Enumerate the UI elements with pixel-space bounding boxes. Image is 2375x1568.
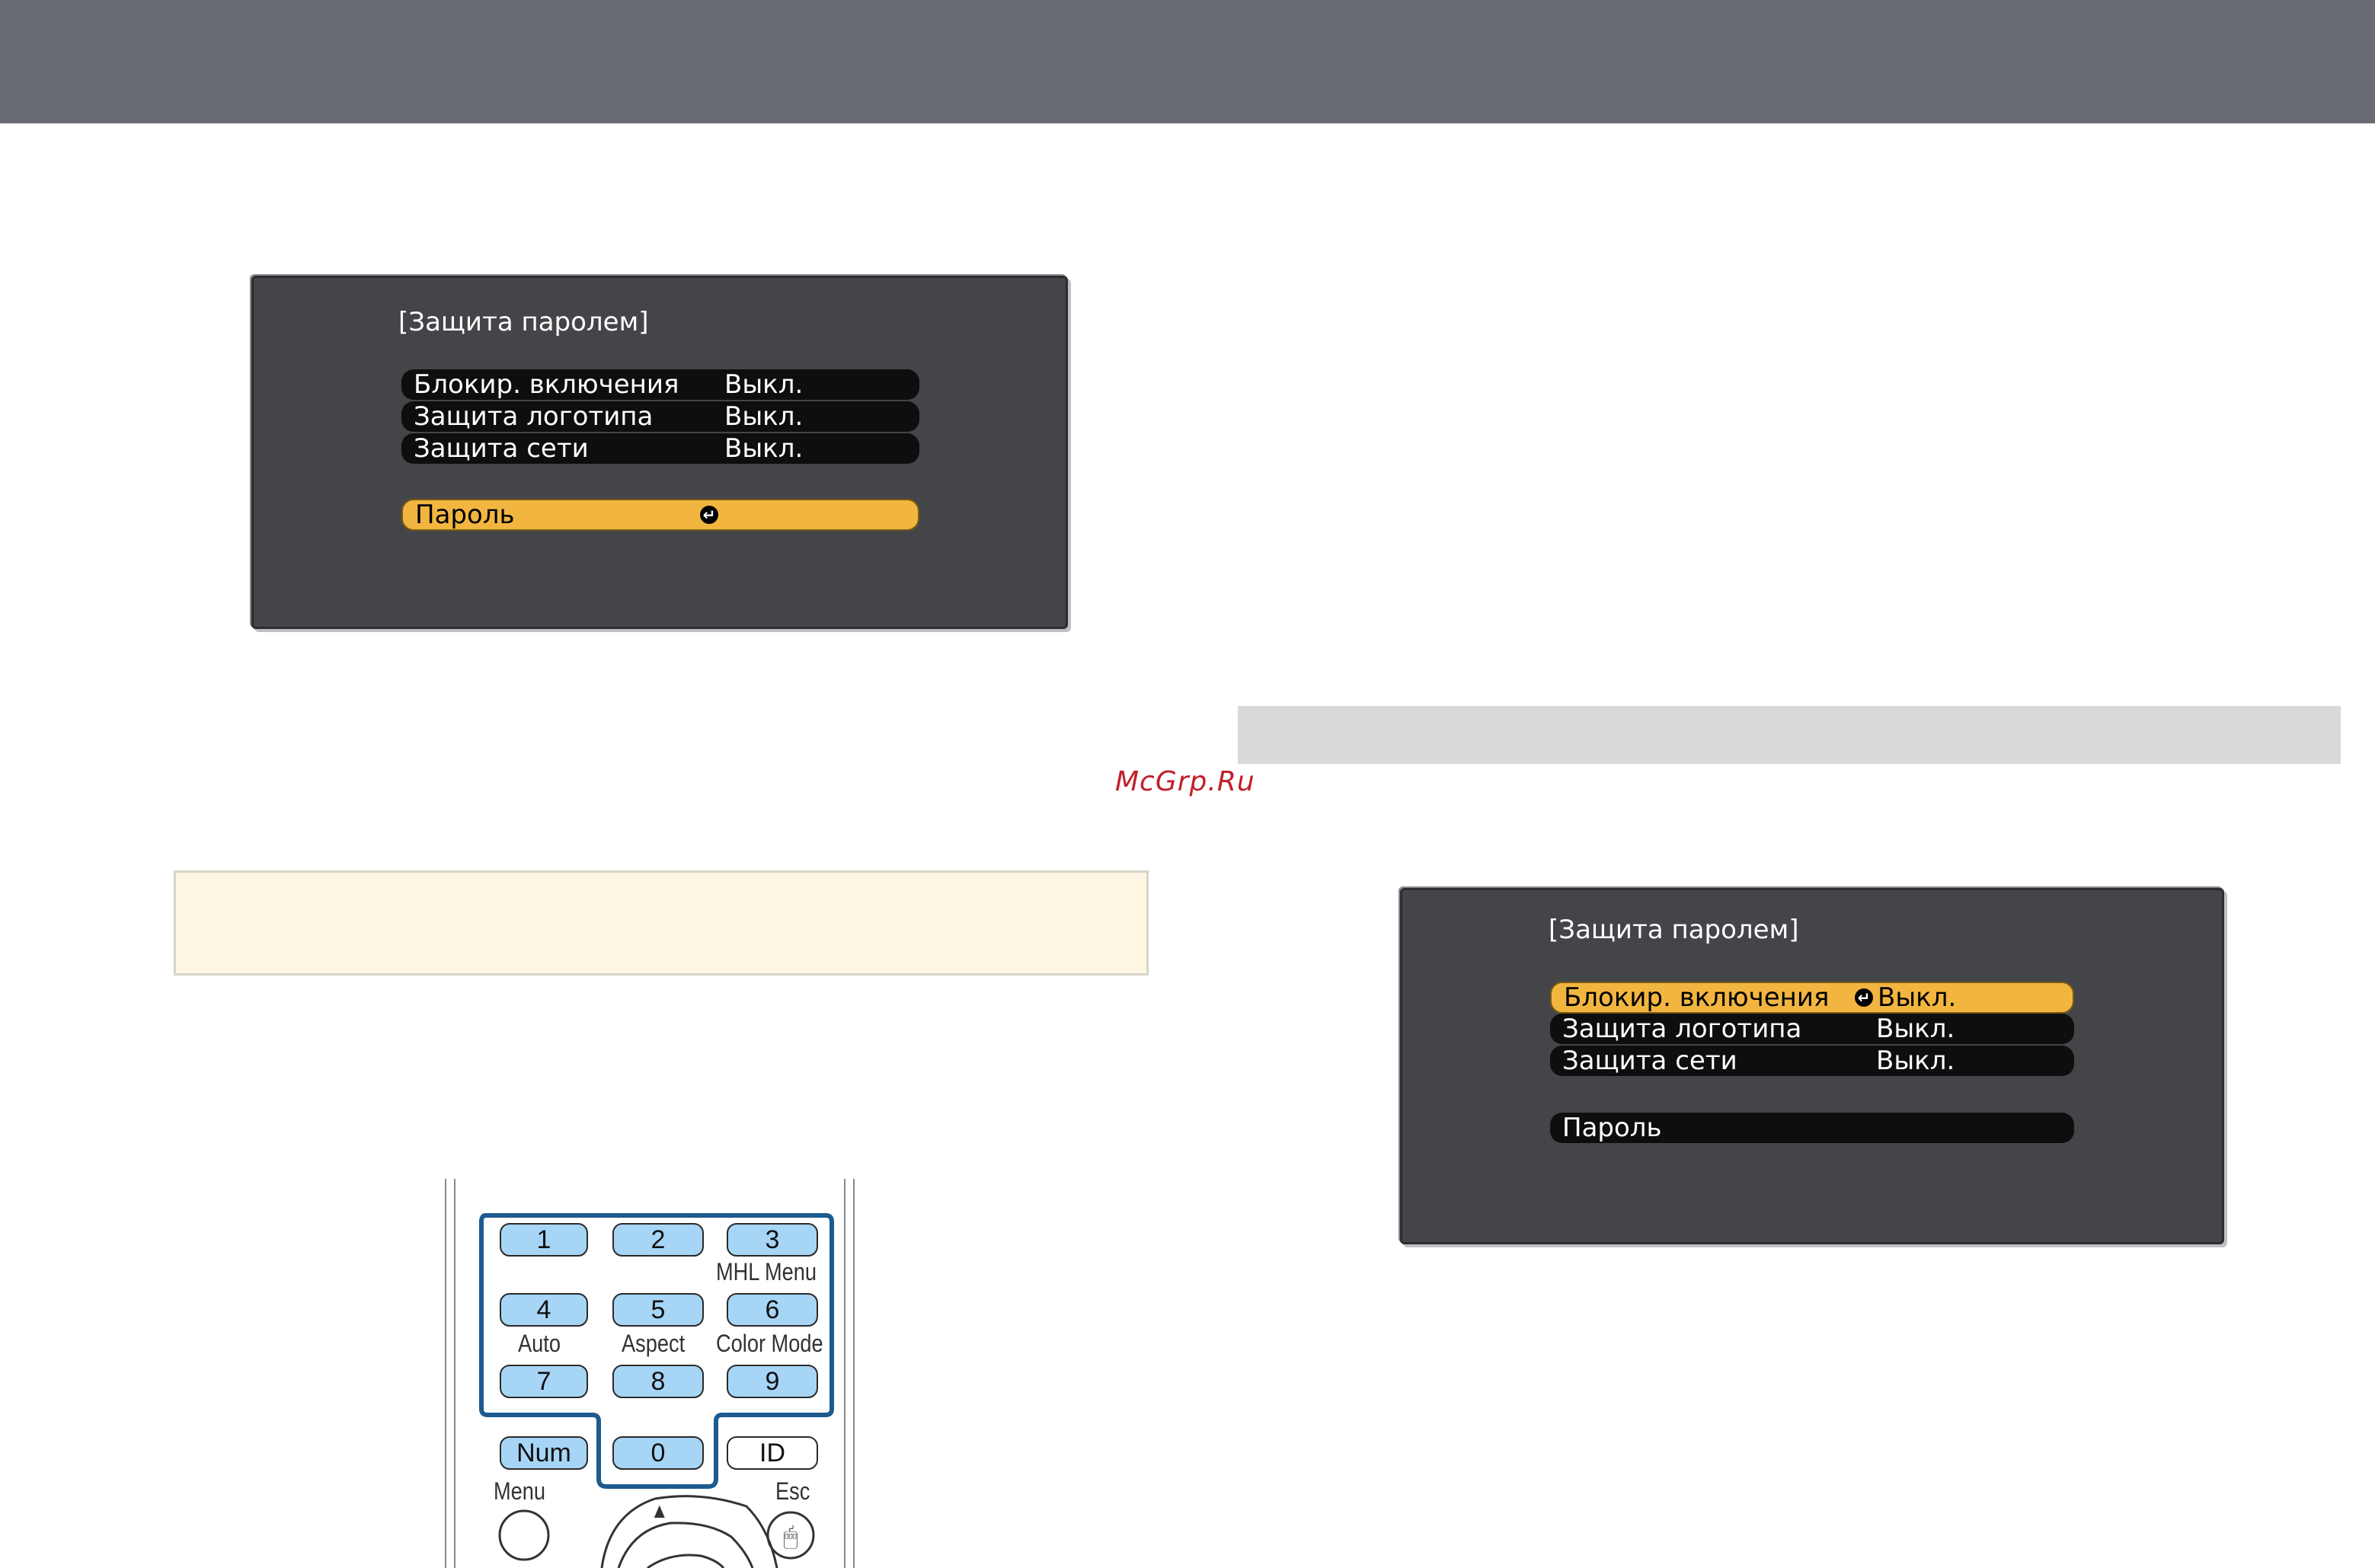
osd-row-password: Пароль [1550, 1113, 2074, 1143]
row-label: Защита сети [1562, 1046, 1737, 1076]
row-value: Выкл. [724, 369, 804, 400]
osd-row-password: Пароль ↵ [401, 499, 919, 531]
osd-row-logo-protection: Защита логотипа Выкл. [401, 401, 919, 432]
enter-icon: ↵ [1855, 988, 1873, 1007]
row-label: Защита сети [414, 433, 589, 464]
osd-row-power-on-lock: Блокир. включения Выкл. [401, 369, 919, 400]
key-id: ID [727, 1436, 818, 1470]
osd-password-protection-menu-power-on-lock-selected: [Защита паролем] Блокир. включения ↵ Вык… [1400, 888, 2224, 1244]
direction-pad-outer [600, 1495, 778, 1568]
osd-title: [Защита паролем] [1549, 915, 1799, 945]
key-1: 1 [500, 1223, 588, 1257]
remote-control-illustration: 🖱 1 2 3 MHL Menu 4 5 6 Auto Aspect Color… [427, 1179, 884, 1568]
key-5: 5 [612, 1293, 704, 1327]
key-9: 9 [727, 1365, 818, 1398]
key-6: 6 [727, 1293, 818, 1327]
key-3: 3 [727, 1223, 818, 1257]
caption-mhl-menu: MHL Menu [716, 1258, 817, 1285]
direction-pad-inner [617, 1522, 754, 1568]
osd-title: [Защита паролем] [398, 307, 649, 337]
key-0: 0 [612, 1436, 704, 1470]
row-label: Пароль [415, 500, 515, 530]
key-4: 4 [500, 1293, 588, 1327]
osd-row-network-protection: Защита сети Выкл. [1550, 1046, 2074, 1076]
row-value: Выкл. [724, 401, 804, 432]
row-label: Блокир. включения [1564, 982, 1830, 1013]
row-value: Выкл. [724, 433, 804, 464]
section-heading-band [1238, 706, 2341, 764]
key-8: 8 [612, 1365, 704, 1398]
caption-menu: Menu [494, 1477, 546, 1505]
key-7: 7 [500, 1365, 588, 1398]
up-arrow-icon: ▲ [650, 1499, 669, 1522]
row-label: Пароль [1562, 1113, 1662, 1143]
row-value: Выкл. [1878, 982, 1957, 1013]
osd-password-protection-menu: [Защита паролем] Блокир. включения Выкл.… [251, 276, 1068, 629]
row-value: Выкл. [1876, 1046, 1955, 1076]
osd-row-power-on-lock: Блокир. включения ↵ Выкл. [1550, 982, 2074, 1014]
watermark: McGrp.Ru [1115, 766, 1255, 797]
key-num: Num [500, 1436, 588, 1470]
row-label: Защита логотипа [414, 401, 654, 432]
caption-color-mode: Color Mode [716, 1330, 823, 1357]
mouse-icon: 🖱 [783, 1522, 798, 1550]
note-box [174, 870, 1149, 976]
enter-button-arc [647, 1554, 725, 1568]
caption-esc: Esc [775, 1477, 810, 1505]
header-bar [0, 0, 2375, 123]
row-label: Блокир. включения [414, 369, 679, 400]
menu-button-circle [498, 1509, 550, 1561]
caption-auto: Auto [518, 1330, 561, 1357]
row-value: Выкл. [1876, 1014, 1955, 1044]
row-label: Защита логотипа [1562, 1014, 1802, 1044]
key-2: 2 [612, 1223, 704, 1257]
caption-aspect: Aspect [622, 1330, 686, 1357]
enter-icon: ↵ [700, 506, 718, 524]
osd-row-network-protection: Защита сети Выкл. [401, 433, 919, 464]
osd-row-logo-protection: Защита логотипа Выкл. [1550, 1014, 2074, 1044]
